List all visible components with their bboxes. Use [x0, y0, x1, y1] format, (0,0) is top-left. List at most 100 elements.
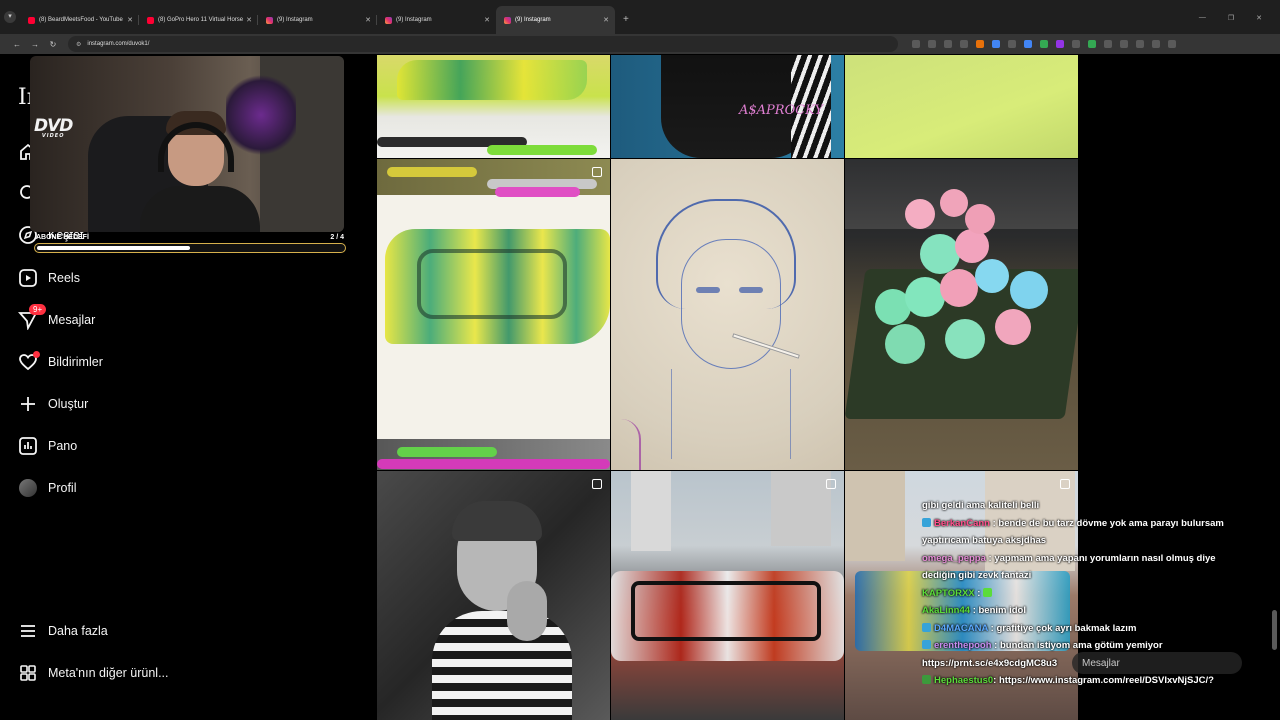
- tab-close-icon[interactable]: ✕: [246, 16, 252, 24]
- badge-icon: [922, 517, 931, 527]
- extension-icon[interactable]: [912, 40, 920, 48]
- post-portrait-drawing[interactable]: [611, 159, 844, 470]
- messages-badge: 9+: [29, 304, 47, 315]
- nav-notifications[interactable]: Bildirimler: [18, 350, 103, 374]
- nav-meta-products[interactable]: Meta'nın diğer ürünl...: [18, 661, 169, 685]
- bookmark-star-icon[interactable]: [960, 40, 968, 48]
- menu-kebab-icon[interactable]: [1168, 40, 1176, 48]
- extension-icon[interactable]: [1008, 40, 1016, 48]
- extensions-puzzle-icon[interactable]: [1136, 40, 1144, 48]
- tab-title: (9) Instagram: [515, 17, 551, 23]
- tab-search-button[interactable]: ▾: [4, 11, 16, 23]
- post-text: A$APROCKY: [739, 103, 824, 118]
- reload-icon[interactable]: ↻: [44, 40, 62, 49]
- extension-icon[interactable]: [1072, 40, 1080, 48]
- post-green-wall[interactable]: [845, 55, 1078, 158]
- post-graffiti-sketch-1[interactable]: [377, 55, 610, 158]
- badge-icon: [922, 622, 931, 632]
- dvd-logo: DVD VIDEO: [34, 116, 73, 139]
- extension-icon[interactable]: [976, 40, 984, 48]
- url-text: instagram.com/duvok1/: [87, 41, 150, 47]
- dashboard-icon: [18, 436, 38, 456]
- browser-tab[interactable]: (9) Instagram ✕: [258, 6, 377, 34]
- zoom-icon[interactable]: [928, 40, 936, 48]
- chat-message: KAPTORXX :: [922, 585, 1262, 603]
- youtube-favicon-icon: [147, 16, 154, 24]
- chat-username: erenthepooh: [934, 640, 992, 651]
- carousel-icon: [592, 479, 602, 489]
- badge-icon: [922, 640, 931, 649]
- chat-username: BerkanCann: [934, 517, 990, 529]
- youtube-favicon-icon: [28, 16, 35, 24]
- extension-icon[interactable]: [1104, 40, 1112, 48]
- post-graffiti-sketch-2[interactable]: [377, 159, 610, 470]
- forward-arrow-icon[interactable]: →: [26, 40, 44, 49]
- extension-icon[interactable]: [1040, 40, 1048, 48]
- chat-username: AkaLinn44: [922, 605, 971, 616]
- chat-message: dediğin gibi zevk fantazi: [922, 570, 1032, 581]
- close-window-icon[interactable]: ✕: [1256, 14, 1262, 22]
- post-balloons-bin[interactable]: [845, 159, 1078, 470]
- hamburger-menu-icon: [18, 621, 38, 641]
- extension-icon[interactable]: [992, 40, 1000, 48]
- chat-message: D4MACANA : grafitiye çok ayrı bakmak laz…: [922, 620, 1262, 638]
- browser-tab[interactable]: (8) BeardMeetsFood - YouTube ✕: [20, 6, 139, 34]
- extension-icon[interactable]: [944, 40, 952, 48]
- notification-dot: [33, 351, 40, 358]
- instagram-favicon-icon: [266, 16, 273, 24]
- post-bw-portrait[interactable]: [377, 471, 610, 720]
- tab-close-icon[interactable]: ✕: [603, 16, 609, 24]
- address-bar-row: ← → ↻ ⚙ instagram.com/duvok1/: [0, 34, 1280, 54]
- back-arrow-icon[interactable]: ←: [8, 40, 26, 49]
- url-field[interactable]: ⚙ instagram.com/duvok1/: [68, 36, 898, 52]
- chat-username: omega_peppa: [922, 552, 986, 564]
- carousel-icon: [826, 479, 836, 489]
- browser-tab-active[interactable]: (9) Instagram ✕: [496, 6, 615, 34]
- avatar: [18, 478, 38, 498]
- instagram-favicon-icon: [504, 16, 511, 24]
- extensions-toolbar: [912, 40, 1176, 48]
- messenger-icon: 9+: [18, 304, 47, 330]
- chat-message: BerkanCann : bende de bu tarz dövme yok …: [922, 515, 1262, 533]
- minimize-icon[interactable]: —: [1199, 14, 1206, 22]
- extension-icon[interactable]: [1120, 40, 1128, 48]
- chat-message: gibi geldi ama kaliteli belli: [922, 500, 1040, 511]
- reels-icon: [18, 268, 38, 288]
- chat-message: omega_peppa : yapmam ama yapanı yorumlar…: [922, 552, 1216, 564]
- nav-reels[interactable]: Reels: [18, 266, 80, 290]
- browser-tab[interactable]: (8) GoPro Hero 11 Virtual Horse ✕: [139, 6, 258, 34]
- post-asap-rocky[interactable]: A$APROCKY: [611, 55, 844, 158]
- browser-tab-bar: ▾ (8) BeardMeetsFood - YouTube ✕ (8) GoPr…: [0, 0, 1280, 34]
- instagram-favicon-icon: [385, 16, 392, 24]
- nav-more[interactable]: Daha fazla: [18, 619, 108, 643]
- subscriber-goal: ABONE HEDEFİ 2 / 4: [34, 234, 346, 253]
- page-scrollbar[interactable]: [1272, 610, 1277, 650]
- nav-messages[interactable]: 9+ Mesajlar: [18, 304, 95, 332]
- extension-icon[interactable]: [1024, 40, 1032, 48]
- badge-icon: [922, 675, 931, 684]
- tab-close-icon[interactable]: ✕: [484, 16, 490, 24]
- messages-drawer-button[interactable]: Mesajlar: [1072, 652, 1242, 674]
- heart-icon: [18, 351, 40, 372]
- maximize-icon[interactable]: ❐: [1228, 14, 1234, 22]
- plus-icon: [18, 394, 38, 414]
- nav-profile[interactable]: Profil: [18, 476, 76, 500]
- browser-tab[interactable]: (9) Instagram ✕: [377, 6, 496, 34]
- goal-progress-fill: [37, 246, 190, 250]
- carousel-icon: [592, 167, 602, 177]
- tab-close-icon[interactable]: ✕: [365, 16, 371, 24]
- profile-icon[interactable]: [1152, 40, 1160, 48]
- grid-apps-icon: [18, 663, 38, 683]
- extension-icon[interactable]: [1056, 40, 1064, 48]
- tab-close-icon[interactable]: ✕: [127, 16, 133, 24]
- nav-dashboard[interactable]: Pano: [18, 434, 77, 458]
- webcam-overlay: DVD VIDEO: [30, 56, 344, 232]
- tab-title: (9) Instagram: [277, 17, 313, 23]
- site-info-icon[interactable]: ⚙: [76, 41, 81, 48]
- nav-create[interactable]: Oluştur: [18, 392, 88, 416]
- goal-label: ABONE HEDEFİ: [36, 234, 89, 241]
- new-tab-button[interactable]: +: [623, 14, 629, 25]
- post-graffiti-wall-1[interactable]: [611, 471, 844, 720]
- extension-icon[interactable]: [1088, 40, 1096, 48]
- chat-username: KAPTORXX: [922, 587, 975, 599]
